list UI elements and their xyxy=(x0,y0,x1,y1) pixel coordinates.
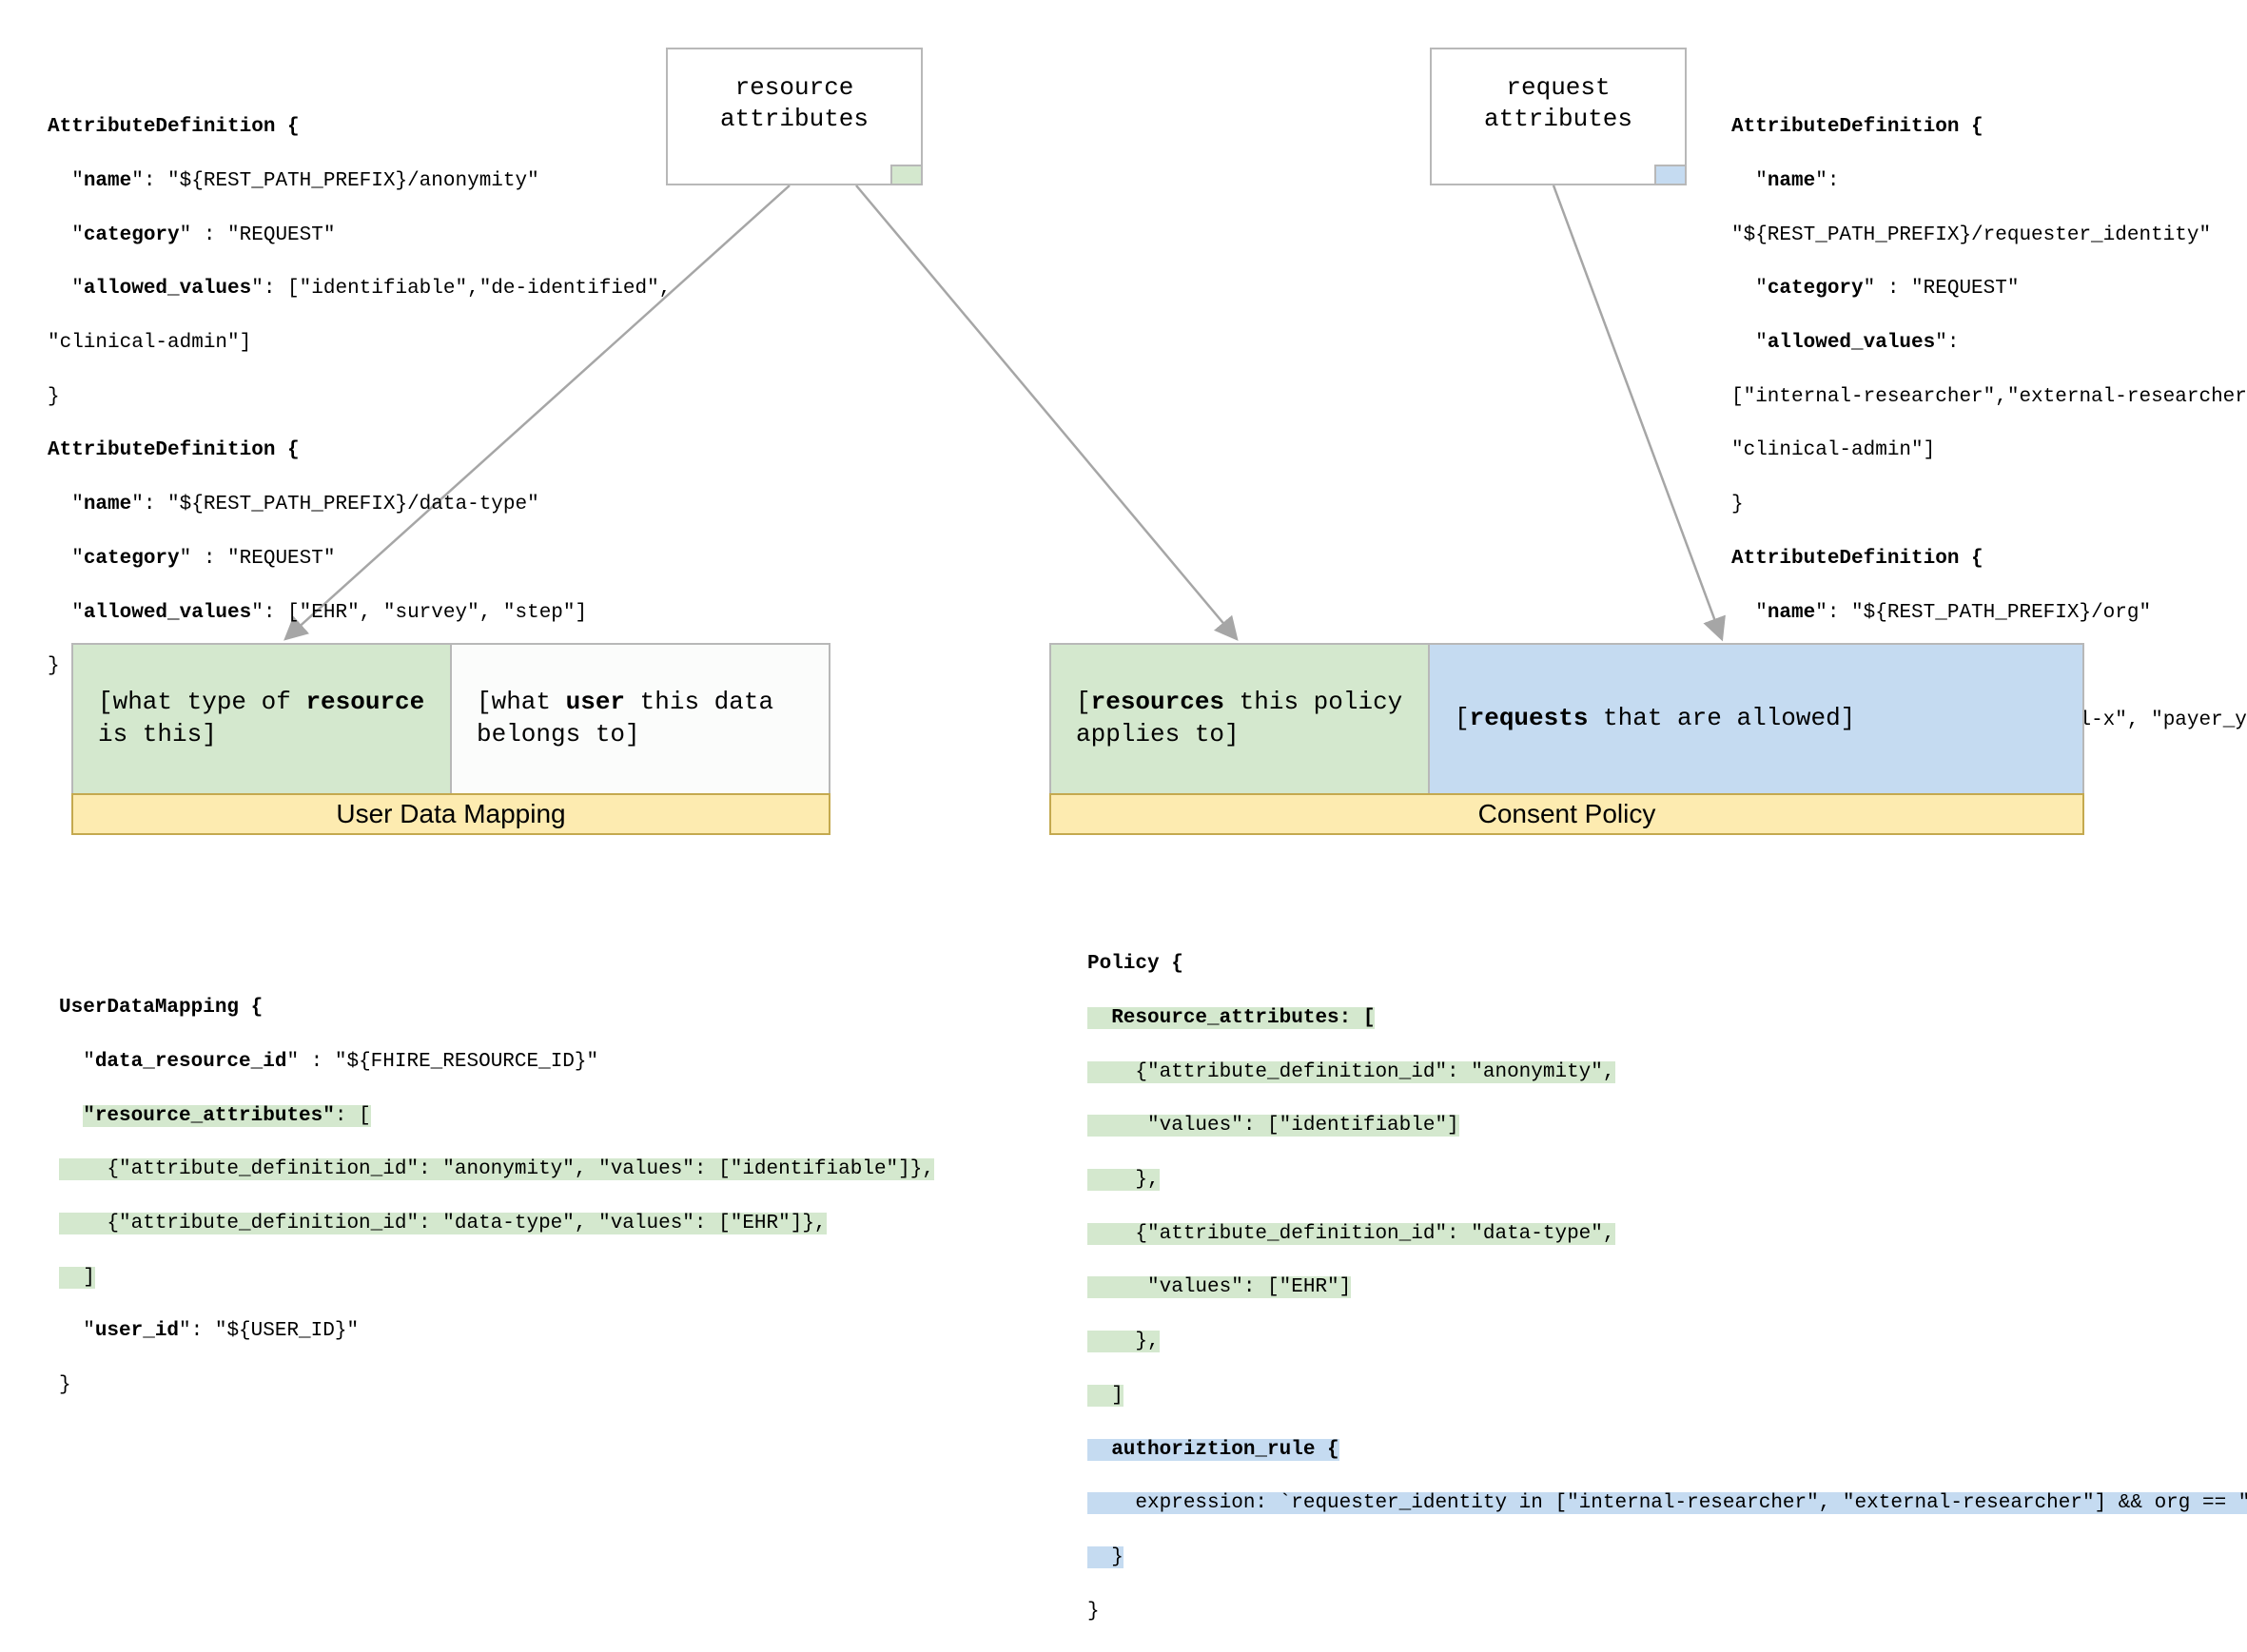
resource-attributes-line1: resource xyxy=(668,72,921,104)
consent-requests-cell: [requests that are allowed] xyxy=(1428,643,2084,795)
resource-attributes-line2: attributes xyxy=(668,104,921,135)
udm-label: User Data Mapping xyxy=(71,793,830,835)
attribute-def-left-code: AttributeDefinition { "name": "${REST_PA… xyxy=(48,87,671,708)
request-attributes-chip xyxy=(1654,165,1687,185)
request-attributes-line1: request xyxy=(1432,72,1685,104)
consent-label: Consent Policy xyxy=(1049,793,2084,835)
request-attributes-line2: attributes xyxy=(1432,104,1685,135)
policy-code: Policy { Resource_attributes: [ {"attrib… xyxy=(1087,924,2247,1652)
udm-user-cell: [what user this data belongs to] xyxy=(450,643,830,795)
consent-resources-cell: [resources this policy applies to] xyxy=(1049,643,1430,795)
resource-attributes-chip xyxy=(890,165,923,185)
udm-resource-cell: [what type of resource is this] xyxy=(71,643,452,795)
request-attributes-box: request attributes xyxy=(1430,48,1687,185)
resource-attributes-box: resource attributes xyxy=(666,48,923,185)
user-data-mapping-code: UserDataMapping { "data_resource_id" : "… xyxy=(59,968,934,1427)
